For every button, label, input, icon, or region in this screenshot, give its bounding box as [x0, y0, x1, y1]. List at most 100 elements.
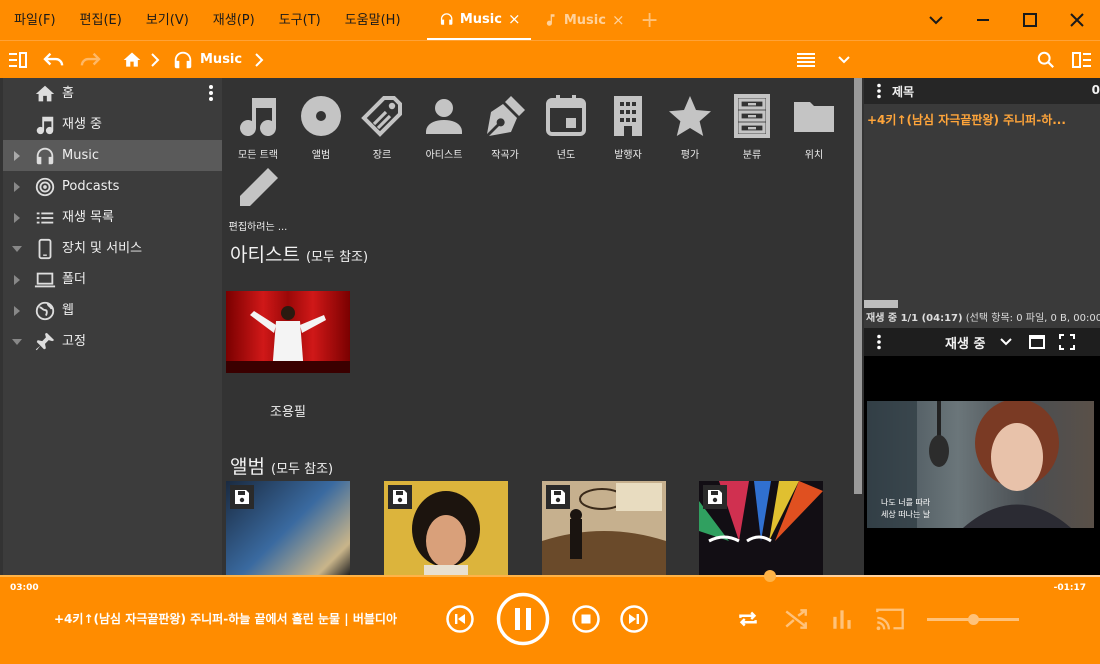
sidebar-item-home[interactable]: 홈 [3, 78, 222, 109]
chevron-down-icon[interactable] [826, 41, 862, 79]
menu-file[interactable]: 파일(F) [0, 0, 68, 40]
category-label: 평가 [680, 150, 700, 161]
sidebar-item-label: 폴더 [62, 272, 86, 287]
repeat-button[interactable] [734, 605, 762, 633]
expand-arrow-icon[interactable] [11, 171, 23, 202]
pause-button[interactable] [496, 592, 550, 646]
shuffle-button[interactable] [782, 605, 810, 633]
right-pane-toggle-icon[interactable] [1064, 41, 1100, 79]
scrollbar-thumb[interactable] [864, 300, 898, 308]
collapse-arrow-icon[interactable] [11, 233, 23, 264]
next-button[interactable] [619, 604, 649, 634]
save-icon[interactable] [230, 485, 254, 509]
category-genres[interactable]: 장르 [351, 92, 413, 161]
track-title[interactable]: +4키↑(남심 자극끝판왕) 주니퍼-하늘 끝에서 흘린 눈물 | 버블디아 [54, 610, 397, 627]
new-tab-button[interactable]: + [635, 0, 665, 40]
collapse-arrow-icon[interactable] [11, 326, 23, 357]
menu-edit[interactable]: 편집(E) [68, 0, 134, 40]
sidebar-toggle-icon[interactable] [0, 41, 36, 79]
seek-bar[interactable] [0, 570, 1100, 582]
sidebar-item-pinned[interactable]: 고정 [3, 326, 222, 357]
save-icon[interactable] [703, 485, 727, 509]
video-frame[interactable]: 나도 너를 따라 세상 떠나는 날 [867, 401, 1094, 528]
view-list-icon[interactable] [788, 41, 824, 79]
album-cover[interactable] [226, 481, 350, 575]
album-cover[interactable] [699, 481, 823, 575]
tab-music-active[interactable]: Music × [426, 0, 531, 40]
undo-icon[interactable] [36, 41, 72, 79]
now-playing-label[interactable]: 재생 중 [945, 333, 985, 352]
expand-arrow-icon[interactable] [11, 264, 23, 295]
search-icon[interactable] [1028, 41, 1064, 79]
sidebar-item-podcasts[interactable]: Podcasts [3, 171, 222, 202]
scrollbar-thumb[interactable] [854, 78, 862, 494]
window-icon[interactable] [1029, 334, 1045, 350]
column-title[interactable]: 제목 [892, 83, 914, 100]
breadcrumb-section[interactable]: Music [200, 52, 242, 67]
album-cover[interactable] [384, 481, 508, 575]
albums-section-title[interactable]: 앨범 (모두 참조) [230, 452, 333, 479]
category-artists[interactable]: 아티스트 [413, 92, 475, 161]
menu-help[interactable]: 도움말(H) [333, 0, 413, 40]
save-icon[interactable] [546, 485, 570, 509]
minimize-icon[interactable] [959, 0, 1006, 40]
save-icon[interactable] [388, 485, 412, 509]
seek-handle[interactable] [764, 570, 776, 582]
category-years[interactable]: 년도 [535, 92, 597, 161]
menu-play[interactable]: 재생(P) [201, 0, 267, 40]
sidebar-item-web[interactable]: 웹 [3, 295, 222, 326]
playlist-row[interactable]: +4키↑(남심 자극끝판왕) 주니퍼-하... [867, 111, 1066, 128]
album-cover[interactable] [542, 481, 666, 575]
category-ratings[interactable]: 평가 [659, 92, 721, 161]
expand-arrow-icon[interactable] [11, 295, 23, 326]
expand-arrow-icon[interactable] [11, 140, 23, 171]
previous-button[interactable] [445, 604, 475, 634]
cast-icon [876, 608, 904, 631]
category-edit[interactable]: 편집하려는 ... [227, 164, 289, 233]
video-panel[interactable]: 나도 너를 따라 세상 떠나는 날 [864, 356, 1100, 575]
see-all-link[interactable]: (모두 참조) [271, 462, 333, 477]
category-label: 년도 [556, 150, 576, 161]
more-vertical-icon[interactable] [876, 83, 882, 99]
artists-section-title[interactable]: 아티스트 (모두 참조) [230, 240, 368, 267]
category-all-tracks[interactable]: 모든 트랙 [227, 92, 289, 161]
stop-button[interactable] [571, 604, 601, 634]
home-icon[interactable] [114, 41, 150, 79]
sidebar-item-folders[interactable]: 폴더 [3, 264, 222, 295]
artist-thumbnail[interactable] [226, 291, 350, 373]
home-icon [34, 83, 56, 105]
sidebar-item-music[interactable]: Music [3, 140, 222, 171]
category-label: 모든 트랙 [238, 150, 278, 161]
cast-button[interactable] [874, 605, 906, 633]
maximize-icon[interactable] [1006, 0, 1053, 40]
chevron-right-icon[interactable] [254, 52, 264, 67]
sidebar-item-devices[interactable]: 장치 및 서비스 [3, 233, 222, 264]
redo-icon[interactable] [72, 41, 108, 79]
equalizer-button[interactable] [828, 605, 856, 633]
chevron-down-icon[interactable] [912, 0, 959, 40]
main-scrollbar[interactable] [852, 78, 864, 575]
see-all-link[interactable]: (모두 참조) [306, 250, 368, 265]
menu-tools[interactable]: 도구(T) [267, 0, 333, 40]
more-vertical-icon[interactable] [876, 334, 882, 350]
volume-handle[interactable] [968, 614, 979, 625]
tab-close-button[interactable]: × [508, 10, 521, 28]
artist-name[interactable]: 조용필 [226, 401, 350, 420]
tab-music-inactive[interactable]: Music × [531, 0, 635, 40]
category-publishers[interactable]: 발행자 [597, 92, 659, 161]
category-composers[interactable]: 작곡가 [474, 92, 536, 161]
sidebar-item-playlists[interactable]: 재생 목록 [3, 202, 222, 233]
category-classification[interactable]: 분류 [721, 92, 783, 161]
close-icon[interactable] [1053, 0, 1100, 40]
menu-view[interactable]: 보기(V) [134, 0, 201, 40]
sidebar-item-now-playing[interactable]: 재생 중 [3, 109, 222, 140]
playlist-list[interactable] [864, 104, 1100, 328]
tab-close-button[interactable]: × [612, 11, 625, 29]
fullscreen-icon[interactable] [1059, 334, 1075, 350]
video-caption: 세상 떠나는 날 [881, 510, 931, 519]
category-albums[interactable]: 앨범 [290, 92, 352, 161]
category-locations[interactable]: 위치 [783, 92, 845, 161]
chevron-down-icon[interactable] [999, 336, 1013, 348]
expand-arrow-icon[interactable] [11, 202, 23, 233]
volume-slider[interactable] [927, 614, 1019, 625]
